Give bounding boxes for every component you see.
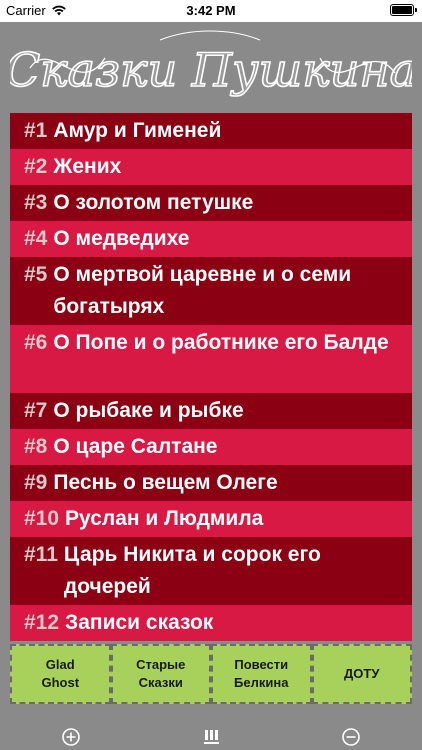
status-time: 3:42 PM bbox=[186, 3, 236, 18]
story-list: #1 Амур и Гименей #2 Жених #3 О золотом … bbox=[10, 113, 412, 641]
story-title: О медведихе bbox=[53, 227, 190, 250]
story-number: #10 bbox=[24, 507, 60, 530]
story-row[interactable]: #8 О царе Салтане bbox=[10, 429, 412, 465]
story-title: О Попе и о работнике его Балде bbox=[53, 331, 389, 354]
story-title: Жених bbox=[53, 155, 122, 178]
bottom-tabs: Glad Ghost Старые Сказки Повести Белкина… bbox=[10, 644, 412, 704]
story-title: О рыбаке и рыбке bbox=[53, 399, 244, 422]
story-row[interactable]: #6 О Попе и о работнике его Балде bbox=[10, 325, 412, 393]
story-row[interactable]: #10 Руслан и Людмила bbox=[10, 501, 412, 537]
story-row[interactable]: #11 Царь Никита и сорок его дочерей bbox=[10, 537, 412, 605]
status-bar: Carrier 3:42 PM bbox=[0, 0, 422, 22]
story-number: #12 bbox=[24, 611, 60, 634]
story-title: О мертвой царевне и о семи богатырях bbox=[53, 263, 352, 318]
story-title: Амур и Гименей bbox=[53, 119, 222, 142]
tab-glad-ghost[interactable]: Glad Ghost bbox=[10, 644, 111, 704]
story-number: #7 bbox=[24, 399, 48, 422]
story-number: #9 bbox=[24, 471, 48, 494]
story-row[interactable]: #2 Жених bbox=[10, 149, 412, 185]
story-row[interactable]: #9 Песнь о вещем Олеге bbox=[10, 465, 412, 501]
menu-bars-icon[interactable] bbox=[200, 726, 222, 748]
story-number: #5 bbox=[24, 263, 48, 286]
story-row[interactable]: #3 О золотом петушке bbox=[10, 185, 412, 221]
app-title: Сказки Пушкина bbox=[10, 43, 412, 97]
story-number: #11 bbox=[24, 543, 58, 566]
tab-dotu[interactable]: ДОТУ bbox=[311, 644, 412, 704]
story-number: #4 bbox=[24, 227, 48, 250]
story-title: О царе Салтане bbox=[53, 435, 218, 458]
story-number: #6 bbox=[24, 331, 48, 354]
story-row[interactable]: #4 О медведихе bbox=[10, 221, 412, 257]
battery-icon bbox=[390, 4, 417, 16]
story-title: Царь Никита и сорок его дочерей bbox=[63, 543, 321, 598]
bottom-toolbar bbox=[0, 712, 422, 750]
story-title: Песнь о вещем Олеге bbox=[53, 471, 278, 494]
story-title: Записи сказок bbox=[65, 611, 214, 634]
story-row[interactable]: #5 О мертвой царевне и о семи богатырях bbox=[10, 257, 412, 325]
minus-circle-icon[interactable] bbox=[340, 726, 362, 748]
tab-belkin-tales[interactable]: Повести Белкина bbox=[211, 644, 312, 704]
story-number: #2 bbox=[24, 155, 48, 178]
story-row[interactable]: #7 О рыбаке и рыбке bbox=[10, 393, 412, 429]
story-number: #8 bbox=[24, 435, 48, 458]
story-number: #3 bbox=[24, 191, 48, 214]
story-title: О золотом петушке bbox=[53, 191, 254, 214]
tab-old-tales[interactable]: Старые Сказки bbox=[110, 644, 211, 704]
story-title: Руслан и Людмила bbox=[65, 507, 264, 530]
story-row[interactable]: #12 Записи сказок bbox=[10, 605, 412, 641]
plus-circle-icon[interactable] bbox=[60, 726, 82, 748]
story-row[interactable]: #1 Амур и Гименей bbox=[10, 113, 412, 149]
decorative-flourish-icon: Сказки Пушкина bbox=[10, 30, 412, 97]
app-title-banner: Сказки Пушкина bbox=[10, 25, 412, 110]
story-number: #1 bbox=[24, 119, 48, 142]
